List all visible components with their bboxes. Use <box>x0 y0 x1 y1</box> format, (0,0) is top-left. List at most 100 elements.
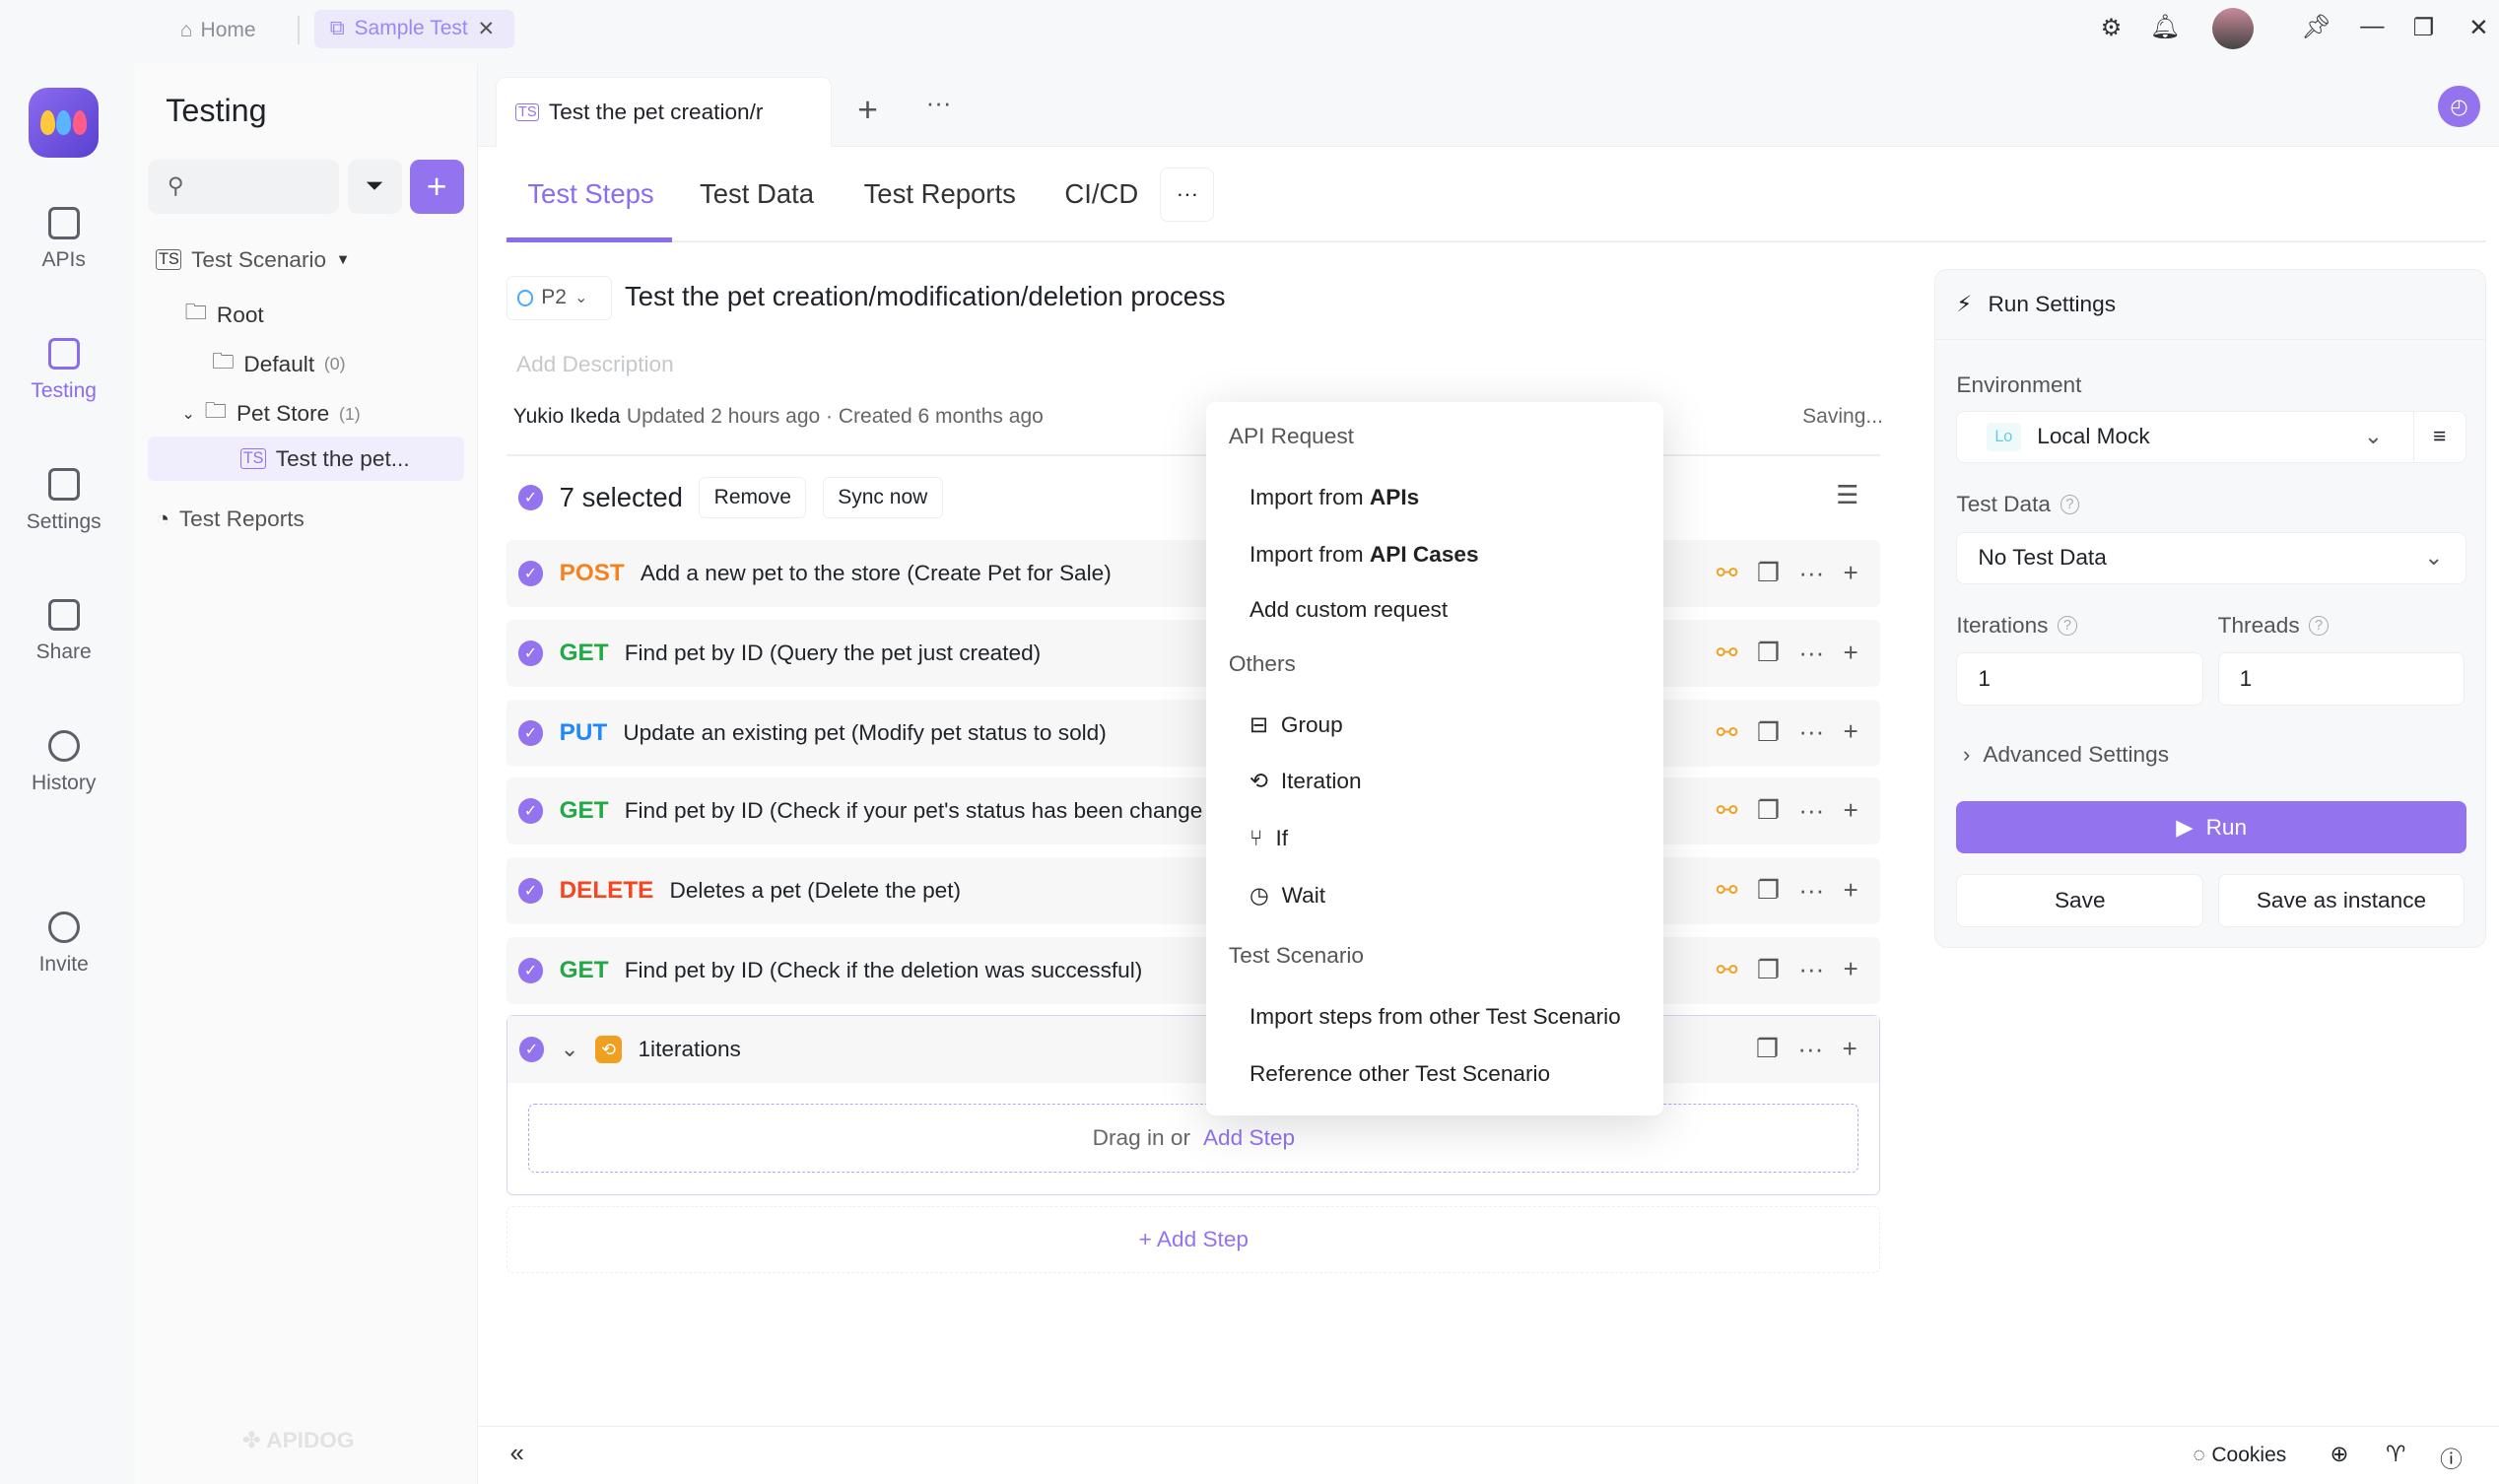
menu-add-custom-request[interactable]: Add custom request <box>1250 597 1448 623</box>
step-checkbox[interactable]: ✓ <box>517 720 544 746</box>
add-icon[interactable]: + <box>1844 797 1858 826</box>
tree-root[interactable]: 🗀 Root <box>185 297 264 334</box>
tab-test-reports[interactable]: Test Reports <box>864 178 1016 210</box>
copy-icon[interactable]: ❐ <box>1757 796 1780 826</box>
add-icon[interactable]: + <box>1843 1036 1857 1064</box>
filter-button[interactable]: ⏷ <box>347 159 402 214</box>
sync-icon[interactable]: ◴ <box>2438 86 2480 128</box>
copy-icon[interactable]: ❐ <box>1757 876 1780 906</box>
add-icon[interactable]: + <box>1844 718 1858 747</box>
iterations-input[interactable]: 1 <box>1956 652 2204 706</box>
add-icon[interactable]: + <box>1844 560 1858 588</box>
drop-zone[interactable]: Drag in or Add Step <box>528 1104 1859 1173</box>
step-checkbox[interactable]: ✓ <box>517 878 544 904</box>
menu-import-api-cases[interactable]: Import from API Cases <box>1250 542 1479 568</box>
shirt-icon[interactable]: ♈︎ <box>2386 1442 2405 1467</box>
search-input[interactable]: ⚲ <box>148 159 340 214</box>
more-tabs-button[interactable]: ··· <box>926 90 952 118</box>
remove-button[interactable]: Remove <box>699 476 807 518</box>
rail-item-history[interactable]: History <box>0 729 127 795</box>
tab-test-data[interactable]: Test Data <box>700 178 814 210</box>
rail-item-invite[interactable]: Invite <box>0 911 127 977</box>
copy-icon[interactable]: ❐ <box>1757 718 1780 748</box>
add-icon[interactable]: + <box>1844 956 1858 984</box>
tree-pet-store[interactable]: ⌄ 🗀 Pet Store (1) <box>181 395 360 433</box>
step-checkbox[interactable]: ✓ <box>518 1037 545 1063</box>
avatar[interactable] <box>2211 8 2254 50</box>
menu-import-steps[interactable]: Import steps from other Test Scenario <box>1250 1004 1621 1030</box>
more-subtabs-button[interactable]: ··· <box>1160 167 1215 222</box>
step-checkbox[interactable]: ✓ <box>517 798 544 825</box>
tree-test-the-pet[interactable]: TS Test the pet... <box>240 446 410 472</box>
more-icon[interactable]: ··· <box>1797 1036 1823 1064</box>
link-icon[interactable]: ⚯ <box>1717 876 1738 906</box>
menu-wait[interactable]: ◷ Wait <box>1250 883 1325 909</box>
pin-icon[interactable]: 📌︎ <box>2301 13 2331 41</box>
menu-iteration[interactable]: ⟲ Iteration <box>1250 769 1362 794</box>
sync-now-button[interactable]: Sync now <box>822 476 943 518</box>
close-icon[interactable]: ✕ <box>2468 13 2488 42</box>
more-icon[interactable]: ··· <box>1798 956 1824 984</box>
step-checkbox[interactable]: ✓ <box>517 561 544 587</box>
sample-test-tab[interactable]: ⧉ Sample Test ✕ <box>313 9 515 48</box>
cookies-button[interactable]: ◌ Cookies <box>2193 1444 2286 1467</box>
copy-icon[interactable]: ❐ <box>1757 559 1780 588</box>
close-tab-icon[interactable]: ✕ <box>477 16 495 41</box>
advanced-settings-toggle[interactable]: › Advanced Settings <box>1963 742 2169 768</box>
add-step-button[interactable]: + Add Step <box>507 1206 1881 1274</box>
test-data-select[interactable]: No Test Data ⌄ <box>1956 531 2466 584</box>
add-icon[interactable]: + <box>1844 640 1858 668</box>
copy-icon[interactable]: ❐ <box>1757 956 1780 985</box>
help-icon[interactable]: ⓘ <box>2440 1442 2463 1474</box>
menu-import-apis[interactable]: Import from APIs <box>1250 485 1419 510</box>
step-checkbox[interactable]: ✓ <box>517 641 544 667</box>
rail-item-testing[interactable]: Testing <box>0 337 127 403</box>
rail-item-share[interactable]: Share <box>0 599 127 664</box>
more-icon[interactable]: ··· <box>1798 877 1824 906</box>
add-icon[interactable]: + <box>1844 877 1858 906</box>
step-row[interactable]: ✓ GET Find pet by ID (Check if the delet… <box>507 936 1881 1004</box>
copy-icon[interactable]: ❐ <box>1757 639 1780 668</box>
save-as-instance-button[interactable]: Save as instance <box>2217 874 2465 927</box>
environment-select[interactable]: Lo Local Mock ⌄ ≡ <box>1956 410 2466 463</box>
run-button[interactable]: ▶ Run <box>1956 800 2466 854</box>
menu-reference-scenario[interactable]: Reference other Test Scenario <box>1250 1061 1550 1087</box>
select-all-checkbox[interactable]: ✓ <box>517 484 544 510</box>
minimize-icon[interactable]: — <box>2360 13 2384 40</box>
step-row[interactable]: ✓ PUT Update an existing pet (Modify pet… <box>507 699 1881 767</box>
more-icon[interactable]: ··· <box>1798 797 1824 826</box>
link-icon[interactable]: ⚯ <box>1717 639 1738 668</box>
new-tab-button[interactable]: + <box>857 90 878 130</box>
step-row[interactable]: ✓ GET Find pet by ID (Query the pet just… <box>507 620 1881 688</box>
help-icon[interactable]: ? <box>2058 616 2077 636</box>
more-icon[interactable]: ··· <box>1798 718 1824 747</box>
settings-icon[interactable]: ⚙ <box>2101 13 2123 42</box>
collapse-sidebar-icon[interactable]: « <box>510 1440 524 1468</box>
link-icon[interactable]: ⚯ <box>1717 796 1738 826</box>
link-icon[interactable]: ⚯ <box>1717 718 1738 748</box>
upload-icon[interactable]: ⊕ <box>2330 1442 2348 1467</box>
tree-test-reports[interactable]: ◔ Test Reports <box>156 506 304 532</box>
tab-ci-cd[interactable]: CI/CD <box>1064 178 1138 210</box>
rail-item-apis[interactable]: APIs <box>0 207 127 272</box>
tree-default[interactable]: 🗀 Default (0) <box>212 346 345 383</box>
step-row[interactable]: ✓ DELETE Deletes a pet (Delete the pet) … <box>507 857 1881 925</box>
rail-item-settings[interactable]: Settings <box>0 468 127 533</box>
sort-list-icon[interactable]: ☰ <box>1836 481 1858 510</box>
restore-icon[interactable]: ❐ <box>2413 13 2435 42</box>
bell-icon[interactable]: 🔔︎ <box>2150 13 2181 41</box>
threads-input[interactable]: 1 <box>2217 652 2465 706</box>
link-icon[interactable]: ⚯ <box>1717 956 1738 985</box>
menu-icon[interactable]: ≡ <box>2412 411 2465 461</box>
menu-group[interactable]: ⊟ Group <box>1250 712 1343 738</box>
step-checkbox[interactable]: ✓ <box>517 957 544 983</box>
more-icon[interactable]: ··· <box>1798 640 1824 668</box>
save-button[interactable]: Save <box>1956 874 2204 927</box>
tree-test-scenario[interactable]: TS Test Scenario ▼ <box>156 247 350 273</box>
step-row[interactable]: ✓ GET Find pet by ID (Check if your pet'… <box>507 777 1881 845</box>
scenario-title[interactable]: Test the pet creation/modification/delet… <box>625 281 1226 312</box>
home-tab[interactable]: ⌂ Home <box>180 13 256 48</box>
add-step-link[interactable]: Add Step <box>1203 1125 1295 1151</box>
step-row[interactable]: ✓ POST Add a new pet to the store (Creat… <box>507 540 1881 608</box>
chevron-down-icon[interactable]: ⌄ <box>561 1037 579 1062</box>
